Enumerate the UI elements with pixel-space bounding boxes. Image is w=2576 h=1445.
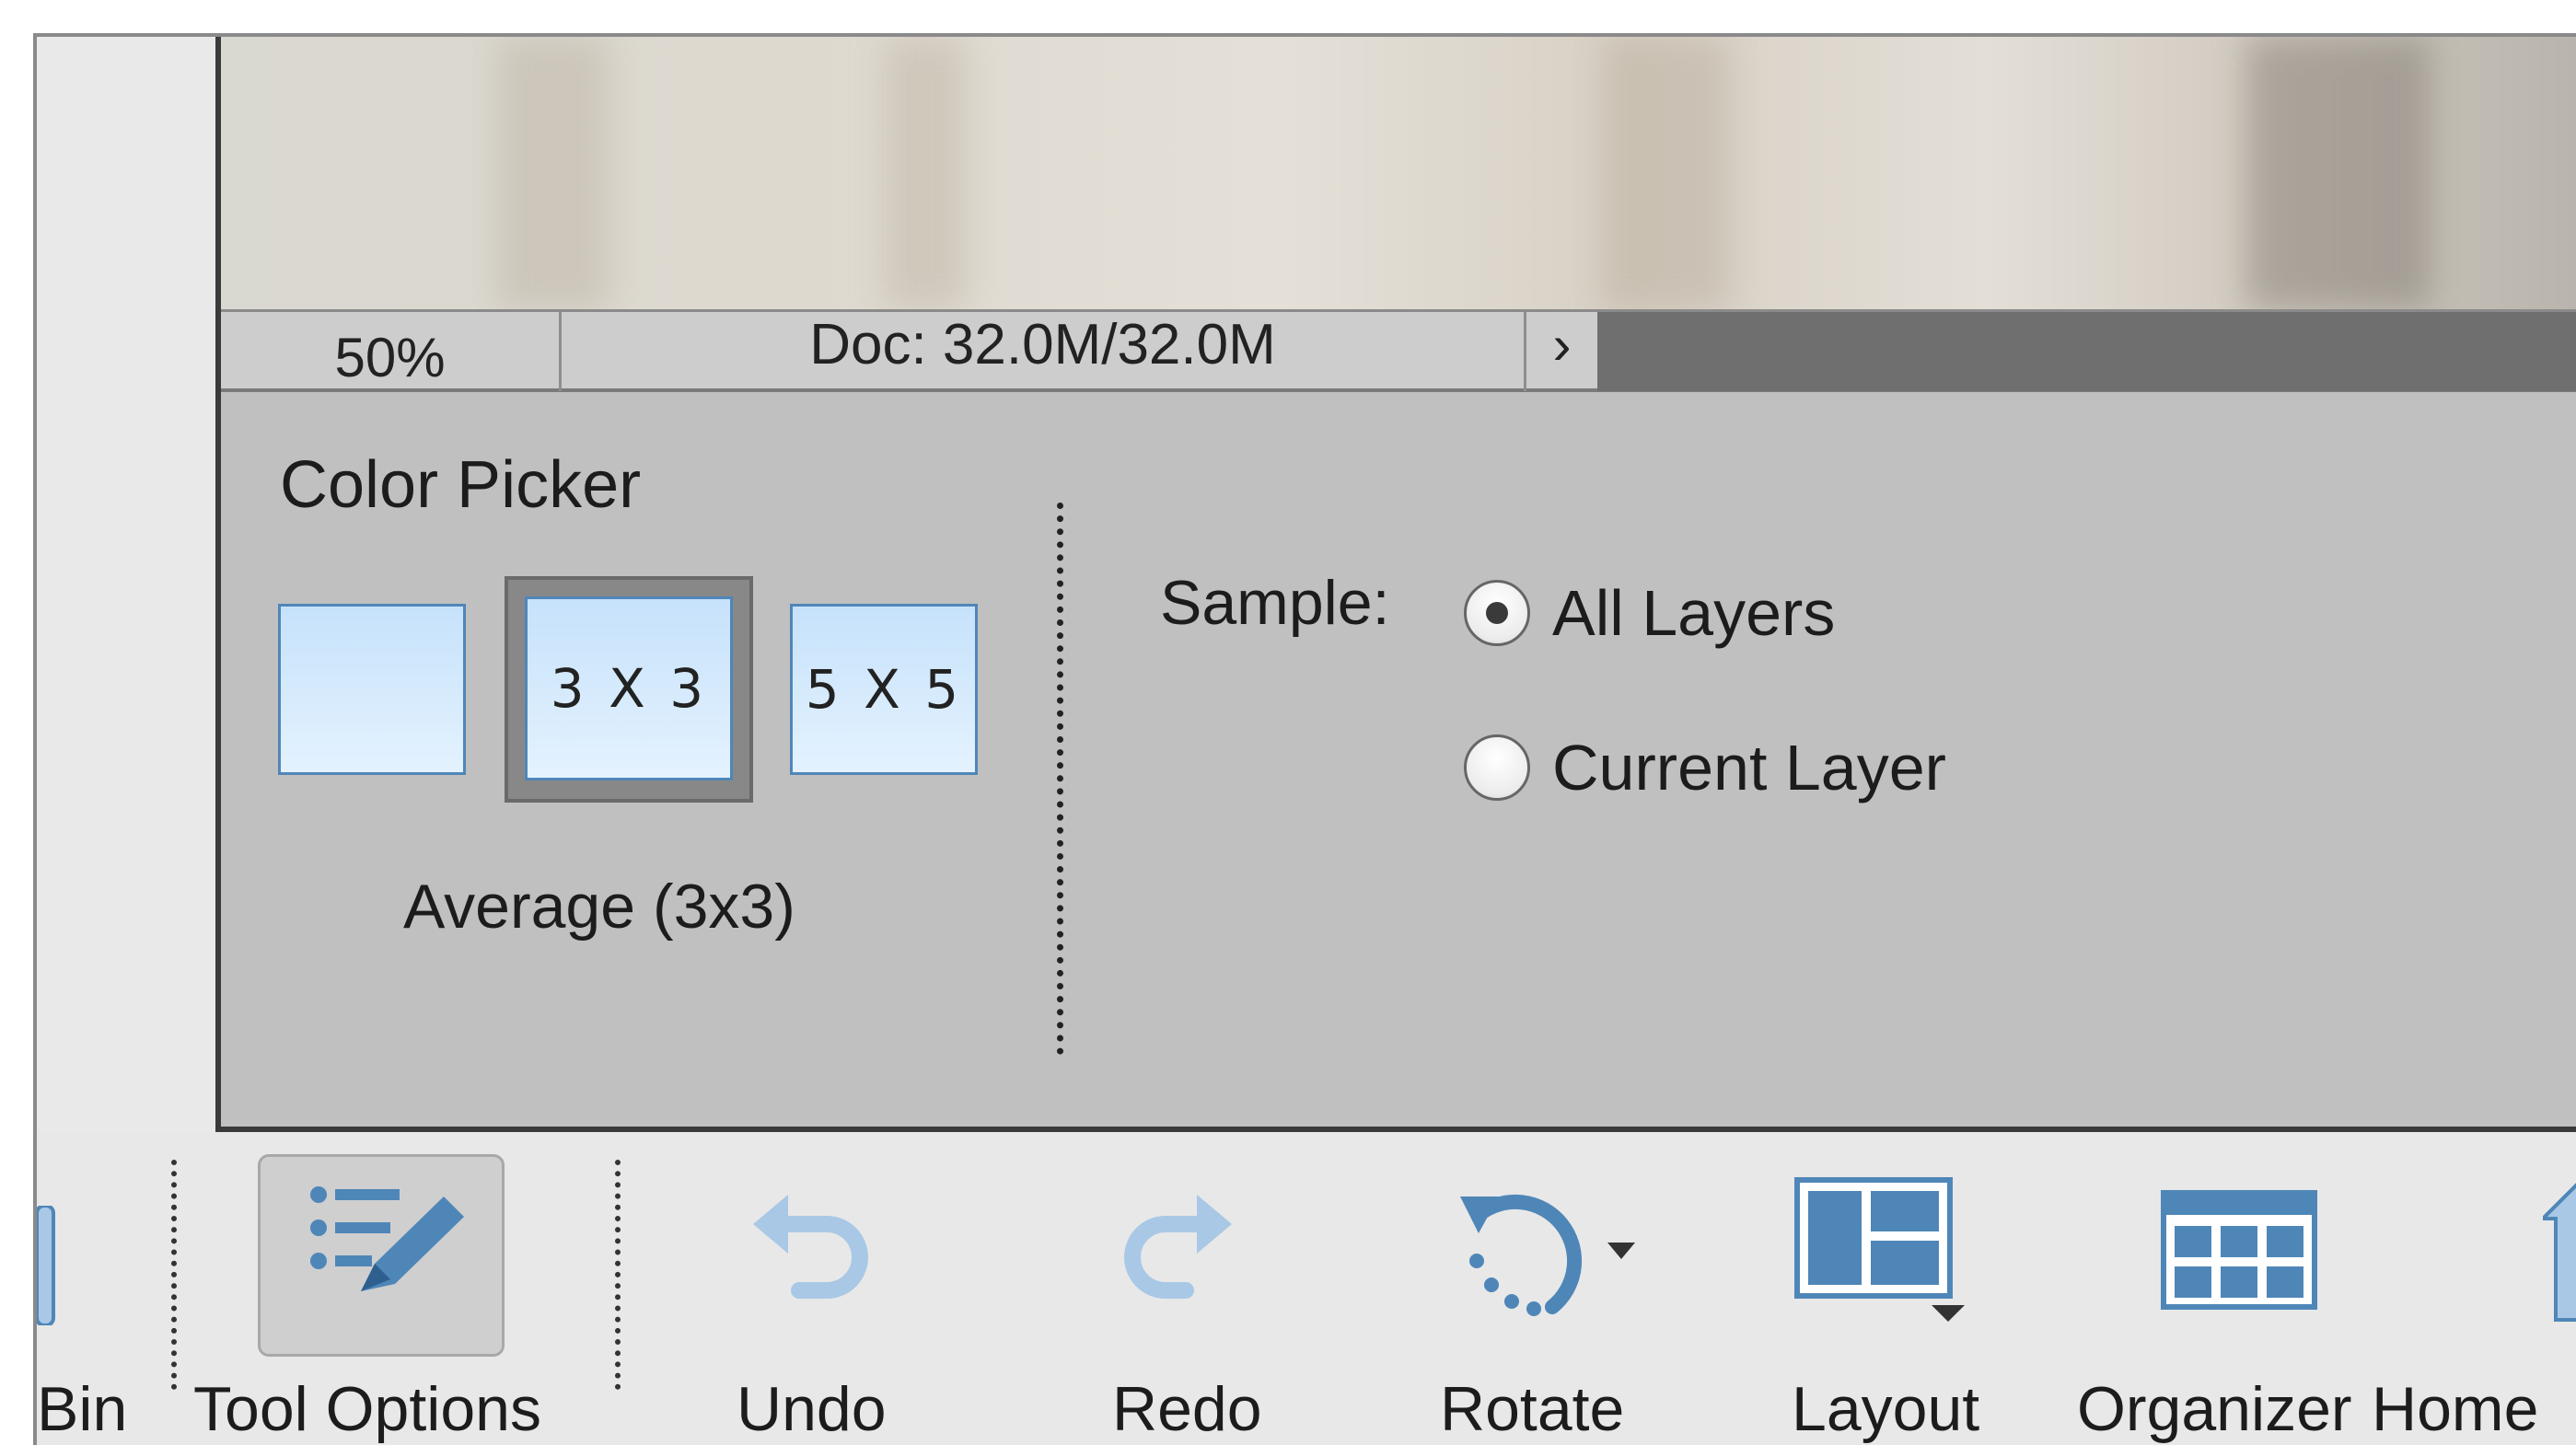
all-layers-label[interactable]: All Layers [1552, 576, 1835, 650]
status-info-arrow-button[interactable]: › [1524, 312, 1597, 391]
taskbar-bin-label: Bin [37, 1374, 128, 1444]
taskbar-home[interactable]: Home [2372, 1132, 2576, 1445]
zoom-level[interactable]: 50% [221, 312, 562, 391]
taskbar-layout[interactable]: Layout [1740, 1132, 2016, 1445]
home-icon [2543, 1183, 2576, 1322]
taskbar-organizer-label: Organizer [2077, 1374, 2352, 1444]
document-size: Doc: 32.0M/32.0M [809, 313, 1276, 376]
sample-size-point-button[interactable] [278, 604, 466, 775]
rotate-icon [1460, 1195, 1635, 1316]
taskbar-tool-options[interactable]: Tool Options [193, 1132, 589, 1445]
sample-label: Sample: [1160, 568, 1390, 638]
taskbar-layout-label: Layout [1792, 1374, 1980, 1444]
taskbar-organizer[interactable]: Organizer [2044, 1132, 2394, 1445]
app-window: 50% Doc: 32.0M/32.0M › Color Picker 3 X … [33, 33, 2576, 1445]
bin-icon [37, 1206, 55, 1325]
taskbar-redo[interactable]: Redo [1068, 1132, 1271, 1445]
redo-icon [1124, 1195, 1232, 1299]
undo-icon [753, 1195, 868, 1299]
taskbar-divider [615, 1160, 621, 1390]
left-panel-strip [37, 37, 221, 1132]
taskbar-divider [171, 1160, 177, 1390]
taskbar-rotate-label: Rotate [1440, 1374, 1625, 1444]
tool-title: Color Picker [280, 448, 642, 522]
options-divider [1057, 503, 1063, 1055]
image-canvas[interactable] [221, 37, 2576, 309]
taskbar-tool-options-label: Tool Options [193, 1374, 541, 1444]
sample-size-5x5-button[interactable]: 5 X 5 [790, 604, 978, 775]
organizer-icon [2161, 1190, 2317, 1310]
document-status-bar: 50% Doc: 32.0M/32.0M › [221, 309, 2576, 392]
sample-size-3x3-button[interactable]: 3 X 3 [525, 596, 733, 780]
all-layers-radio[interactable] [1464, 580, 1530, 646]
current-layer-radio[interactable] [1464, 734, 1530, 801]
taskbar-redo-label: Redo [1112, 1374, 1262, 1444]
taskbar-undo[interactable]: Undo [700, 1132, 902, 1445]
sample-size-description: Average (3x3) [403, 872, 795, 942]
radio-selected-dot [1486, 602, 1508, 624]
bottom-taskbar: Bin Tool Options Undo Redo Rotate Layout… [37, 1132, 2576, 1445]
taskbar-home-label: Home [2372, 1374, 2539, 1444]
status-bar-filler [1597, 312, 2576, 391]
current-layer-label[interactable]: Current Layer [1552, 731, 1946, 804]
taskbar-rotate[interactable]: Rotate [1399, 1132, 1676, 1445]
taskbar-bin[interactable]: Bin [37, 1132, 166, 1445]
layout-icon [1794, 1177, 1965, 1322]
tool-options-panel: Color Picker 3 X 3 5 X 5 Average (3x3) S… [221, 392, 2576, 1132]
tool-options-icon [310, 1186, 464, 1291]
taskbar-undo-label: Undo [737, 1374, 887, 1444]
